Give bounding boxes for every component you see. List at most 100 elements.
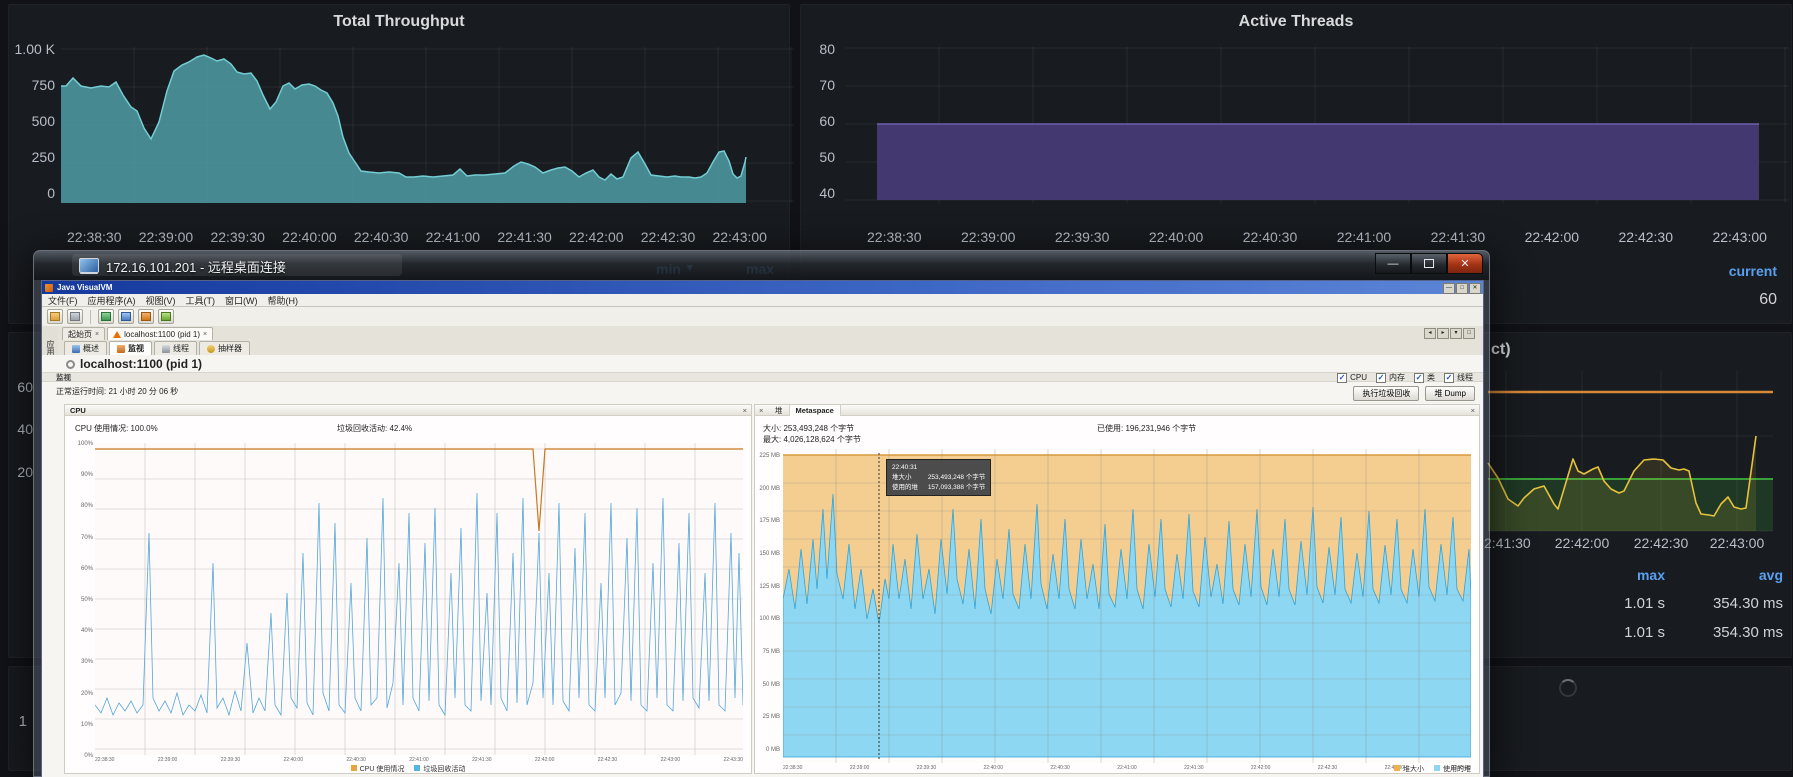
scroll-right-icon[interactable]: ▸: [1437, 328, 1449, 339]
axis-tick: 0: [47, 185, 55, 201]
tab-start-page[interactable]: 起始页×: [62, 327, 105, 340]
axis-tick: 22:40:00: [984, 765, 1003, 771]
axis-tick: 70: [819, 77, 835, 93]
close-button[interactable]: ✕: [1447, 253, 1483, 274]
chart-tooltip: 22:40:31 堆大小 253,493,248 个字节 使用的堆 157,09…: [886, 459, 991, 496]
subtab-overview[interactable]: 概述: [64, 341, 107, 355]
scroll-left-icon[interactable]: ◂: [1424, 328, 1436, 339]
checkbox-threads[interactable]: ✓线程: [1444, 372, 1473, 383]
axis-tick: 22:39:00: [850, 765, 869, 771]
document-tabs: 起始页× localhost:1100 (pid 1)× ◂ ▸ ▾ □: [58, 326, 1483, 341]
menu-item[interactable]: 帮助(H): [268, 294, 299, 307]
close-icon[interactable]: ×: [203, 331, 207, 338]
minimize-button[interactable]: —: [1375, 253, 1411, 274]
subtab-monitor[interactable]: 监视: [109, 341, 152, 355]
legend-header-max[interactable]: max: [1555, 567, 1665, 583]
cpu-legend: CPU 使用情况 垃圾回收活动: [65, 764, 751, 774]
checkbox-cpu[interactable]: ✓CPU: [1337, 373, 1367, 383]
menu-item[interactable]: 视图(V): [146, 294, 176, 307]
menu-item[interactable]: 窗口(W): [225, 294, 258, 307]
tab-metaspace[interactable]: Metaspace: [790, 405, 841, 416]
heap-dump-button[interactable]: 堆 Dump: [1425, 386, 1475, 401]
loading-spinner-icon: [1559, 679, 1577, 697]
rdp-icon: [79, 258, 99, 273]
axis-tick: 500: [32, 113, 55, 129]
tab-localhost-1100[interactable]: localhost:1100 (pid 1)×: [107, 327, 213, 340]
x-axis: 22:38:3022:39:0022:39:3022:40:0022:40:30…: [67, 229, 767, 245]
application-name: localhost:1100 (pid 1): [80, 357, 202, 371]
axis-tick: 22:41:30: [1431, 229, 1486, 245]
axis-tick: 70%: [81, 535, 93, 541]
visualvm-window[interactable]: Java VisualVM — □ ✕ 文件(F) 应用程序(A) 视图(V) 工具(…: [41, 280, 1484, 777]
throughput-chart[interactable]: [61, 47, 794, 203]
rdp-titlebar[interactable]: 172.16.101.201 - 远程桌面连接 — ✕: [34, 251, 1489, 280]
close-button[interactable]: ✕: [1469, 283, 1481, 294]
checkbox-memory[interactable]: ✓内存: [1376, 372, 1405, 383]
application-snapshot-icon[interactable]: [98, 309, 114, 324]
axis-tick: 30%: [81, 659, 93, 665]
thread-dump-icon[interactable]: [118, 309, 134, 324]
tooltip-value: 157,093,388 个字节: [928, 484, 985, 491]
axis-tick: 22:41:30: [497, 229, 552, 245]
axis-tick: 22:40:30: [354, 229, 409, 245]
legend-row[interactable]: 1.01 s354.30 ms: [1555, 624, 1783, 641]
axis-tick: 22:40:00: [1149, 229, 1204, 245]
legend-header-current[interactable]: current: [1729, 263, 1777, 279]
close-icon[interactable]: ×: [743, 405, 747, 416]
tab-heap[interactable]: 堆: [769, 405, 790, 416]
menu-item[interactable]: 应用程序(A): [88, 294, 136, 307]
avg-value: 354.30 ms: [1665, 595, 1783, 612]
close-icon[interactable]: ×: [1471, 405, 1475, 416]
threads-area: [877, 124, 1759, 200]
legend-row[interactable]: 1.01 s354.30 ms: [1555, 595, 1783, 612]
axis-tick: 175 MB: [759, 518, 780, 524]
current-value: 60: [1759, 291, 1777, 309]
axis-tick: 22:39:30: [1055, 229, 1110, 245]
tab-list-icon[interactable]: ▾: [1450, 328, 1462, 339]
cpu-chart[interactable]: [95, 443, 743, 755]
axis-tick: 22:38:30: [95, 757, 114, 763]
heap-dump-icon[interactable]: [138, 309, 154, 324]
close-icon[interactable]: ×: [759, 405, 763, 416]
gc-swatch: [414, 765, 420, 771]
max-value: 1.01 s: [1555, 595, 1665, 612]
menu-item[interactable]: 工具(T): [186, 294, 216, 307]
legend-header-avg[interactable]: avg: [1665, 567, 1783, 583]
axis-tick: 22:39:00: [139, 229, 194, 245]
checkbox-label: CPU: [1350, 373, 1367, 382]
perform-gc-button[interactable]: 执行垃圾回收: [1353, 386, 1419, 401]
axis-tick: 50: [819, 149, 835, 165]
sampler-icon: [207, 345, 215, 353]
cpu-panel: CPU× CPU 使用情况: 100.0% 垃圾回收活动: 42.4% 100%…: [64, 404, 752, 774]
rdp-window[interactable]: 172.16.101.201 - 远程桌面连接 — ✕ Java VisualV…: [33, 250, 1490, 777]
checkbox-classes[interactable]: ✓类: [1414, 372, 1435, 383]
response-chart[interactable]: [1484, 371, 1784, 532]
subtab-sampler[interactable]: 抽样器: [199, 341, 250, 355]
profiler-snapshot-icon[interactable]: [158, 309, 174, 324]
maximize-view-icon[interactable]: □: [1463, 328, 1475, 339]
monitor-view: localhost:1100 (pid 1) 监视 正常运行时间: 21 小时 …: [42, 355, 1483, 777]
minimize-button[interactable]: —: [1443, 283, 1455, 294]
close-icon[interactable]: ×: [95, 331, 99, 338]
cpu-panel-header[interactable]: CPU×: [65, 405, 751, 416]
save-snapshot-icon[interactable]: [67, 309, 83, 324]
used-swatch: [1434, 765, 1440, 771]
tooltip-size-row: 堆大小 253,493,248 个字节: [892, 473, 985, 483]
visualvm-titlebar[interactable]: Java VisualVM — □ ✕: [42, 281, 1483, 294]
axis-tick: 22:41:30: [1184, 765, 1203, 771]
maximize-button[interactable]: [1411, 253, 1447, 274]
legend-item: 堆大小: [1394, 764, 1424, 774]
axis-tick: 22:43:00: [661, 757, 680, 763]
metaspace-panel-header[interactable]: × 堆Metaspace ×: [755, 405, 1479, 416]
menu-item[interactable]: 文件(F): [48, 294, 78, 307]
subtab-threads[interactable]: 线程: [154, 341, 197, 355]
axis-tick: 200 MB: [759, 486, 780, 492]
metaspace-x-axis: 22:38:3022:39:0022:39:3022:40:0022:40:30…: [783, 765, 1471, 771]
legend-item: CPU 使用情况: [351, 764, 405, 774]
maximize-button[interactable]: □: [1456, 283, 1468, 294]
load-snapshot-icon[interactable]: [47, 309, 63, 324]
cpu-x-axis: 22:38:3022:39:0022:39:3022:40:0022:40:30…: [95, 757, 743, 763]
axis-tick: 22:41:00: [1337, 229, 1392, 245]
axis-tick: 125 MB: [759, 584, 780, 590]
threads-chart[interactable]: [845, 47, 1789, 203]
